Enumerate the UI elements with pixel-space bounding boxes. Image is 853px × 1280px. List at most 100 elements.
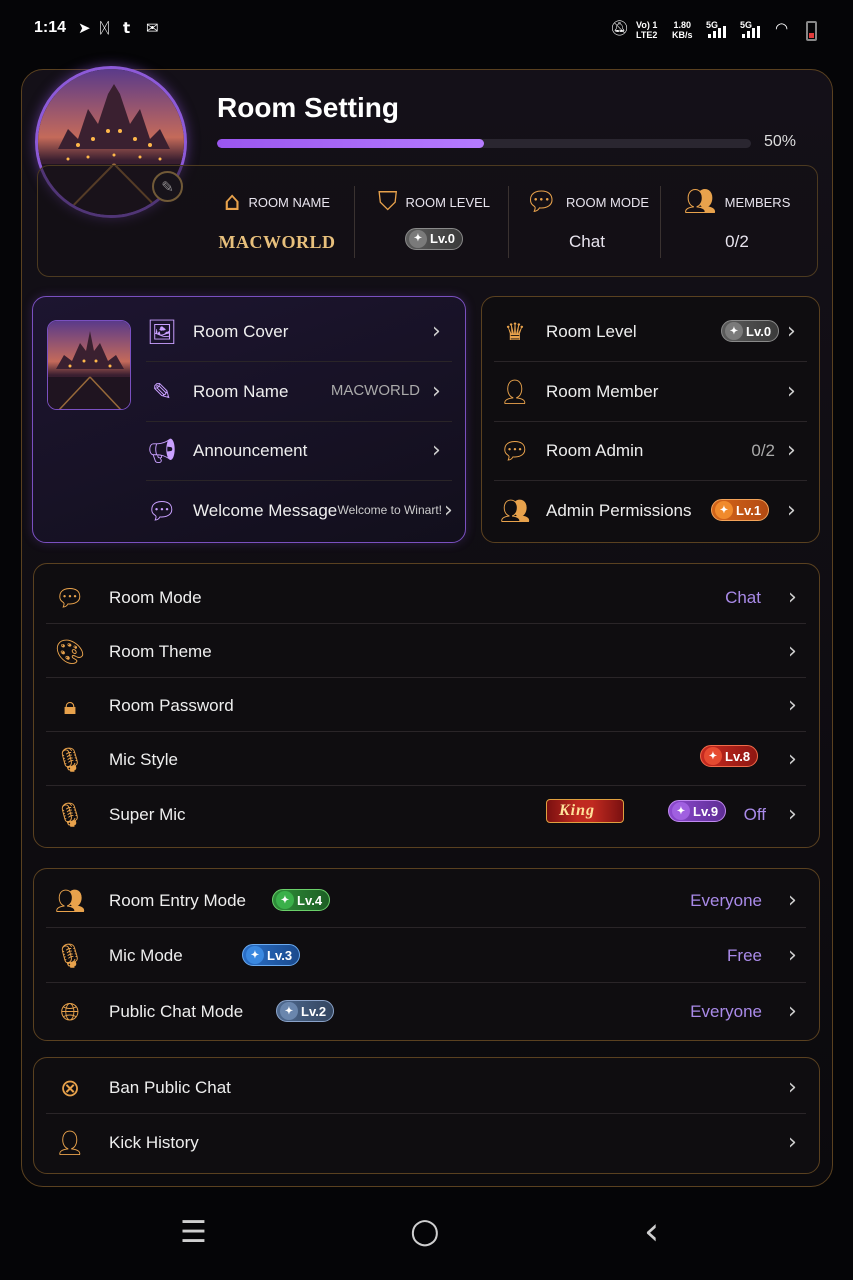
ban-public-chat-row[interactable]: ⊗ Ban Public Chat › [54, 1072, 806, 1104]
room-member-row[interactable]: 👤︎ Room Member › [499, 376, 807, 408]
megaphone-icon: 📢︎ [146, 437, 178, 465]
chevron-right-icon: › [788, 888, 797, 913]
chevron-right-icon: › [788, 693, 797, 718]
lock-icon: 🔒︎ [63, 692, 77, 720]
chat-bubble-icon: 💬︎ [524, 187, 558, 217]
room-admin-value: 0/2 [751, 441, 775, 460]
pencil-icon: ✎ [151, 378, 173, 406]
level-shield-icon: ✦ [408, 229, 427, 248]
level-skull-icon: ✦ [672, 802, 690, 820]
mute-icon: 🔕︎ [610, 19, 630, 37]
admin-permissions-badge: ✦ Lv.1 [711, 499, 770, 521]
mail-icon: ✉ [146, 19, 159, 37]
house-icon: ⌂ [223, 187, 241, 217]
divider [46, 731, 806, 732]
menu-icon[interactable]: ☰ [180, 1218, 207, 1248]
info-room-name: ⌂ ROOM NAME MACWORLD [202, 182, 352, 262]
room-mode-value: Chat [725, 588, 761, 607]
shield-icon: ⛉ [377, 187, 398, 217]
network-speed: 1.80 KB/s [672, 20, 693, 40]
chevron-right-icon: › [787, 319, 796, 344]
room-level-badge: ✦ Lv.0 [404, 227, 464, 250]
room-name-label: Room Name [193, 382, 289, 401]
chevron-right-icon: › [788, 802, 797, 827]
room-entry-mode-row[interactable]: 👥︎ Room Entry Mode ✦ Lv.4 Everyone › [54, 885, 806, 917]
chevron-right-icon: › [432, 379, 441, 404]
mic-mode-row[interactable]: 🎙︎ Mic Mode ✦ Lv.3 Free › [54, 940, 806, 972]
system-nav-bar: ☰ ○ ‹ [0, 1200, 853, 1280]
microphone-icon: 🎙︎ [54, 801, 86, 829]
level-shield-icon: ✦ [704, 747, 722, 765]
announcement-row[interactable]: 📢︎ Announcement › [146, 435, 452, 467]
info-members-label: MEMBERS [724, 194, 791, 210]
back-icon[interactable]: ‹ [644, 1212, 659, 1250]
divider [46, 1113, 806, 1114]
room-password-row[interactable]: 🔒︎ Room Password › [54, 690, 806, 722]
chevron-right-icon: › [788, 747, 797, 772]
divider [494, 480, 807, 481]
wifi-icon: ◠ [775, 19, 789, 37]
ban-icon: ⊗ [59, 1074, 81, 1102]
public-chat-mode-badge: ✦ Lv.2 [276, 1000, 335, 1022]
status-bar: 1:14 ➤ ᛞ t ✉ 🔕︎ Vo) 1 LTE2 1.80 KB/s 5G … [0, 0, 853, 62]
chevron-right-icon: › [787, 379, 796, 404]
chevron-right-icon: › [788, 639, 797, 664]
room-cover-thumbnail[interactable] [47, 320, 131, 410]
network-volte: Vo) 1 LTE2 [636, 20, 658, 40]
divider [508, 186, 509, 258]
room-entry-mode-value: Everyone [690, 891, 762, 910]
chevron-right-icon: › [788, 999, 797, 1024]
status-time: 1:14 [34, 19, 67, 36]
info-room-level: ⛉ ROOM LEVEL ✦ Lv.0 [362, 182, 506, 262]
kick-history-row[interactable]: 👤︎ Kick History › [54, 1127, 806, 1159]
public-chat-mode-value: Everyone [690, 1002, 762, 1021]
level-shield-icon: ✦ [280, 1002, 298, 1020]
room-theme-row[interactable]: 🎨︎ Room Theme › [54, 636, 806, 668]
room-admin-row[interactable]: 💬︎ Room Admin 0/2 › [499, 435, 807, 467]
level-shield-icon: ✦ [276, 891, 294, 909]
signal-icon-a [708, 26, 726, 38]
mic-style-badge: ✦ Lv.8 [700, 745, 759, 767]
info-members-value: 0/2 [725, 232, 749, 251]
page-title: Room Setting [217, 92, 399, 123]
super-mic-badge: ✦ Lv.9 [668, 800, 727, 822]
info-room-mode-value: Chat [569, 232, 605, 251]
divider [146, 480, 452, 481]
divider [494, 421, 807, 422]
room-theme-label: Room Theme [109, 642, 212, 661]
info-room-level-label: ROOM LEVEL [405, 194, 491, 210]
battery-icon [806, 21, 817, 41]
divider [46, 785, 806, 786]
info-members: 👥︎ MEMBERS 0/2 [664, 182, 810, 262]
room-level-badge: ✦ Lv.0 [721, 320, 780, 342]
divider [354, 186, 355, 258]
room-name-row[interactable]: ✎ Room Name MACWORLD › [146, 376, 452, 408]
chevron-right-icon: › [788, 943, 797, 968]
divider [46, 677, 806, 678]
home-circle-icon[interactable]: ○ [410, 1214, 440, 1248]
divider [660, 186, 661, 258]
admin-permissions-row[interactable]: 👥︎ Admin Permissions ✦ Lv.1 › [499, 495, 807, 527]
mic-mode-value: Free [727, 946, 762, 965]
welcome-message-row[interactable]: 💬︎ Welcome Message Welcome to Winart! › [146, 495, 456, 527]
room-mode-label: Room Mode [109, 588, 202, 607]
chevron-right-icon: › [788, 585, 797, 610]
room-progress-bar [217, 139, 751, 148]
king-badge: King [546, 799, 625, 823]
public-chat-mode-row[interactable]: 🌐︎ Public Chat Mode ✦ Lv.2 Everyone › [54, 996, 806, 1028]
mic-style-label: Mic Style [109, 750, 178, 769]
mic-style-row[interactable]: 🎙︎ Mic Style ✦ Lv.8 › [54, 744, 806, 776]
room-entry-mode-label: Room Entry Mode [109, 891, 246, 910]
divider [146, 421, 452, 422]
level-shield-icon: ✦ [246, 946, 264, 964]
admin-permissions-label: Admin Permissions [546, 501, 692, 520]
super-mic-row[interactable]: 🎙︎ Super Mic King ✦ Lv.9 Off › [54, 799, 806, 831]
room-mode-row[interactable]: 💬︎ Room Mode Chat › [54, 582, 806, 614]
divider [46, 982, 806, 983]
room-cover-row[interactable]: 🖼︎ Room Cover › [146, 316, 452, 348]
people-icon: 👥︎ [54, 887, 86, 915]
chat-bubble-icon: 💬︎ [146, 497, 178, 525]
room-level-row[interactable]: ♛ Room Level ✦ Lv.0 › [499, 316, 807, 348]
level-shield-icon: ✦ [725, 322, 743, 340]
mic-mode-label: Mic Mode [109, 946, 183, 965]
